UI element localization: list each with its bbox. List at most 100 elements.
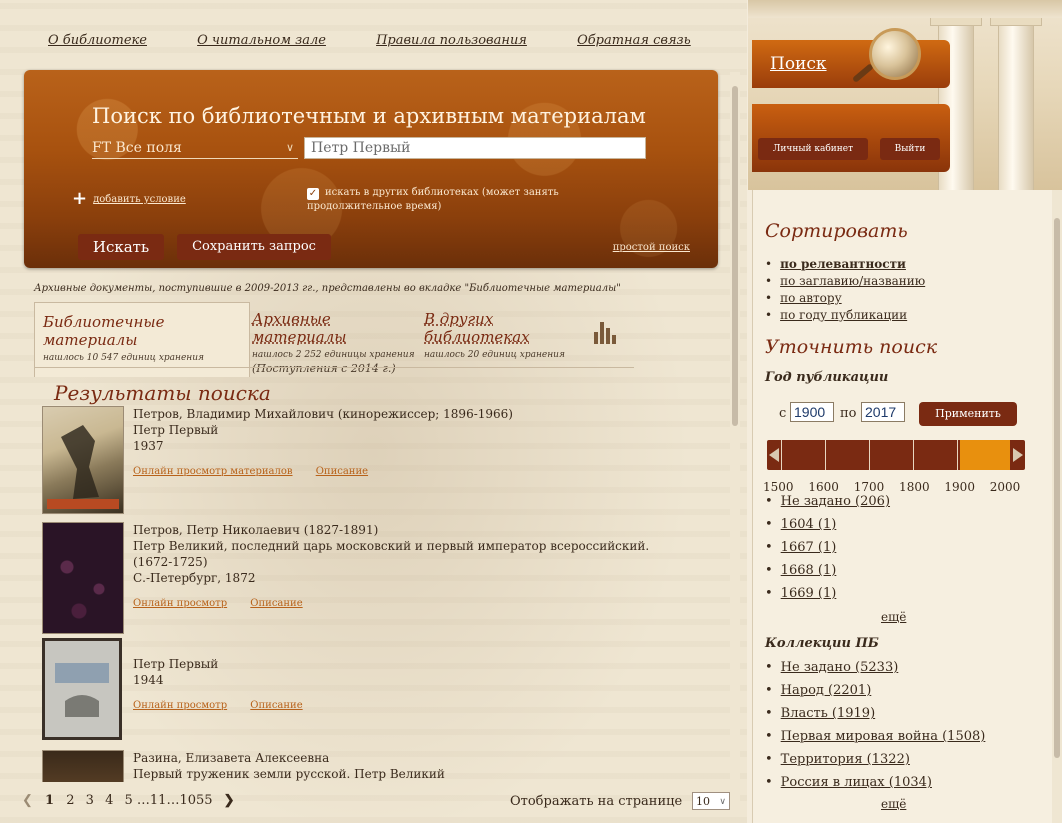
page-1[interactable]: 1 [45,793,54,808]
page-4[interactable]: 4 [105,793,113,808]
search-panel: Поиск по библиотечным и архивным материа… [24,70,718,268]
page-2[interactable]: 2 [66,793,74,808]
collections-more-link[interactable]: ещё [881,797,906,811]
search-other-checkbox[interactable]: ✓ [307,188,319,200]
nav-rules[interactable]: Правила пользования [376,33,527,48]
sort-options: по релевантности по заглавию/названию по… [765,256,925,324]
description-link[interactable]: Описание [316,466,368,477]
pagination: ❮ 1 2 3 4 5 …11…1055 ❯ [22,793,235,808]
page-3[interactable]: 3 [86,793,94,808]
tab-library-label: Библиотечные материалы [43,313,165,349]
collection-item[interactable]: Власть (1919) [765,702,985,725]
sidebar: Сортировать по релевантности по заглавию… [752,190,1053,823]
slider-right-handle[interactable] [1013,448,1023,462]
year-more-link[interactable]: ещё [881,610,906,624]
chevron-right-icon[interactable]: ❯ [224,793,235,808]
year-facet-item[interactable]: Не задано (206) [765,490,890,513]
nav-feedback[interactable]: Обратная связь [577,33,691,48]
year-facet-item[interactable]: 1668 (1) [765,559,890,582]
online-view-link[interactable]: Онлайн просмотр материалов [133,466,293,477]
collection-item[interactable]: Первая мировая война (1508) [765,725,986,748]
sort-year[interactable]: по году публикации [765,307,925,324]
tab-library-count: нашлось 10 547 единиц хранения [43,353,204,363]
collection-item[interactable]: Россия в лицах (1034) [765,771,985,794]
sort-author[interactable]: по автору [765,290,925,307]
nav-about-library[interactable]: О библиотеке [48,33,147,48]
result-cover-image[interactable] [42,638,122,740]
result-links: Онлайн просмотр Описание [133,698,323,714]
result-author: Разина, Елизавета Алексеевна [133,751,330,765]
tab-other-libraries[interactable]: В других библиотеках нашлось 20 единиц х… [424,310,594,374]
collection-item[interactable]: Не задано (5233) [765,656,985,679]
result-author: Петров, Петр Николаевич (1827-1891) [133,523,379,537]
result-info: Петр Первый 1944 Онлайн просмотр Описани… [133,656,323,714]
slider-selection[interactable] [960,440,1010,470]
tab-library-materials[interactable]: Библиотечные материалы нашлось 10 547 ед… [34,302,250,377]
year-facet-list: Не задано (206) 1604 (1) 1667 (1) 1668 (… [765,490,890,605]
result-info: Разина, Елизавета Алексеевна Первый труж… [133,750,445,782]
save-query-button[interactable]: Сохранить запрос [177,234,331,260]
result-cover-image[interactable] [42,522,124,634]
search-tab-label: Поиск [770,54,827,74]
description-link[interactable]: Описание [250,598,302,609]
result-info: Петров, Петр Николаевич (1827-1891) Петр… [133,522,692,612]
nav-reading-room[interactable]: О читальном зале [197,33,326,48]
year-facet-item[interactable]: 1604 (1) [765,513,890,536]
result-author: Петров, Владимир Михайлович (кинорежиссе… [133,407,513,421]
logout-button[interactable]: Выйти [880,138,940,160]
year-from-input[interactable] [790,402,834,422]
result-place-year: С.-Петербург, 1872 [133,571,256,585]
result-tabs: Библиотечные материалы нашлось 10 547 ед… [34,302,634,377]
result-title: Петр Первый [133,657,219,671]
refine-title: Уточнить поиск [765,336,938,358]
plus-icon: + [72,188,88,209]
per-page-label: Отображать на странице [510,794,683,809]
year-facet-item[interactable]: 1667 (1) [765,536,890,559]
slider-left-handle[interactable] [769,448,779,462]
collection-item[interactable]: Территория (1322) [765,748,985,771]
add-condition-link[interactable]: добавить условие [93,194,186,205]
sort-title-option[interactable]: по заглавию/названию [765,273,925,290]
simple-search: простой поиск [613,242,690,253]
result-cover-image[interactable] [42,406,124,514]
result-cover-image[interactable] [42,750,124,782]
search-field-select[interactable]: FT Все поля ∨ [92,138,298,159]
online-view-link[interactable]: Онлайн просмотр [133,700,227,711]
account-bar: Личный кабинет Выйти [752,104,950,172]
result-year: 1944 [133,673,164,687]
main-scrollbar[interactable] [730,72,740,807]
sort-relevance[interactable]: по релевантности [765,256,925,273]
magnifier-icon [869,28,921,80]
tab-archive-note: (Поступления с 2014 г.) [252,362,396,375]
year-facet-item[interactable]: 1669 (1) [765,582,890,605]
year-range-slider[interactable] [767,440,1025,470]
year-from-label: с [779,406,787,421]
archive-note: Архивные документы, поступившие в 2009-2… [34,283,621,294]
result-item: Разина, Елизавета Алексеевна Первый труж… [42,750,692,782]
personal-cabinet-button[interactable]: Личный кабинет [758,138,868,160]
per-page-select[interactable]: 10 ∨ [692,792,730,810]
result-title: Первый труженик земли русской. Петр Вели… [133,767,445,781]
sidebar-scrollbar[interactable] [1052,190,1062,823]
year-to-input[interactable] [861,402,905,422]
description-link[interactable]: Описание [250,700,302,711]
add-condition[interactable]: + добавить условие [72,188,186,209]
result-year: 1937 [133,439,164,453]
tab-archive-materials[interactable]: Архивные материалы нашлось 2 252 единицы… [252,310,422,375]
search-query-input[interactable] [304,137,646,159]
main-content: О библиотеке О читальном зале Правила по… [0,0,747,823]
result-info: Петров, Владимир Михайлович (кинорежиссе… [133,406,513,480]
search-other-libraries[interactable]: ✓ искать в других библиотеках (может заня… [307,186,597,214]
statistics-icon[interactable] [594,318,616,344]
page-range[interactable]: 5 …11…1055 [125,793,213,808]
simple-search-link[interactable]: простой поиск [613,242,690,253]
search-title: Поиск по библиотечным и архивным материа… [92,104,646,128]
result-links: Онлайн просмотр материалов Описание [133,464,513,480]
year-filter-title: Год публикации [765,370,889,385]
apply-button[interactable]: Применить [919,402,1017,426]
result-title: Петр Великий, последний царь московский … [133,539,650,569]
online-view-link[interactable]: Онлайн просмотр [133,598,227,609]
collection-item[interactable]: Народ (2201) [765,679,985,702]
search-button[interactable]: Искать [78,234,164,260]
chevron-left-icon[interactable]: ❮ [22,793,33,808]
